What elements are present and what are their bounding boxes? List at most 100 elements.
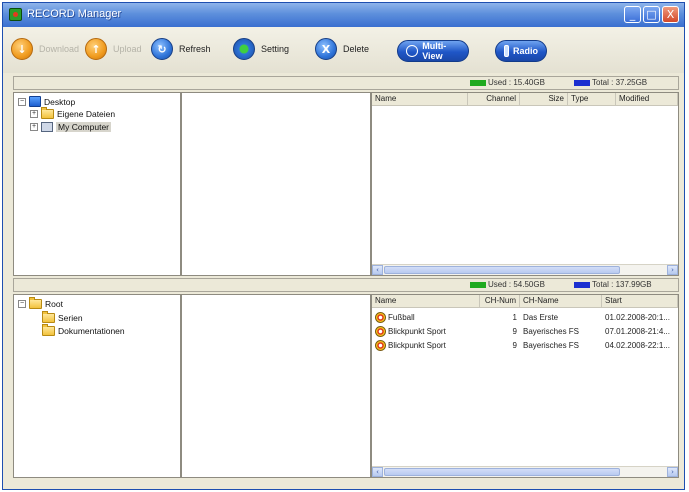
device-folder-tree: − Root Serien Dokumentationen — [13, 294, 181, 478]
column-name[interactable]: Name — [372, 295, 480, 307]
tree-label-root: Root — [45, 299, 63, 309]
radio-icon — [504, 45, 509, 57]
recording-name-cell: Fußball — [372, 311, 480, 324]
expand-icon[interactable]: + — [30, 123, 38, 131]
refresh-label: Refresh — [179, 44, 211, 54]
collapse-icon[interactable]: − — [18, 300, 26, 308]
radio-button[interactable]: Radio — [495, 40, 547, 62]
local-file-list: Name Channel Size Type Modified ‹ › — [371, 92, 679, 276]
local-list-header: Name Channel Size Type Modified — [372, 93, 678, 106]
recording-start: 07.01.2008-21:4... — [605, 327, 670, 336]
title-bar[interactable]: RECORD Manager _ □ X — [3, 3, 684, 27]
local-list-scrollbar[interactable]: ‹ › — [372, 264, 678, 275]
tree-item-my-computer[interactable]: + My Computer — [30, 122, 112, 132]
recording-row[interactable]: Fußball 1 Das Erste 01.02.2008-20:1... — [372, 311, 678, 324]
tree-label-my-computer: My Computer — [56, 122, 112, 132]
folder-icon — [42, 311, 55, 323]
recording-name-cell: Blickpunkt Sport — [372, 339, 480, 352]
tree-label-serien: Serien — [58, 313, 83, 323]
top-total-text: Total : 37.25GB — [592, 78, 648, 87]
upload-icon: ↑ — [85, 38, 107, 60]
recording-ch-num: 9 — [512, 341, 517, 350]
computer-icon — [41, 122, 53, 132]
tree-item-root[interactable]: − Root — [18, 297, 63, 309]
record-manager-window: RECORD Manager _ □ X ↓ Download ↑ Upload… — [2, 2, 685, 490]
multiview-icon — [406, 45, 419, 57]
column-size[interactable]: Size — [520, 93, 568, 105]
recording-list-scrollbar[interactable]: ‹ › — [372, 466, 678, 477]
recording-ch-name: Bayerisches FS — [523, 341, 580, 350]
app-icon — [9, 8, 22, 21]
total-swatch — [574, 282, 590, 288]
desktop-icon — [29, 96, 41, 107]
close-button[interactable]: X — [662, 6, 679, 23]
toolbar: ↓ Download ↑ Upload ↻ Refresh Setting X … — [3, 27, 684, 73]
recording-start: 04.02.2008-22:1... — [605, 341, 670, 350]
recording-row[interactable]: Blickpunkt Sport 9 Bayerisches FS 04.02.… — [372, 339, 678, 352]
delete-icon: X — [315, 38, 337, 60]
total-swatch — [574, 80, 590, 86]
tree-item-serien[interactable]: Serien — [42, 311, 83, 323]
recording-list: Name CH-Num CH-Name Start Fußball 1 Das … — [371, 294, 679, 478]
download-label: Download — [39, 44, 80, 54]
upload-label: Upload — [113, 44, 142, 54]
tree-item-dokumentationen[interactable]: Dokumentationen — [42, 324, 125, 336]
column-ch-num[interactable]: CH-Num — [480, 295, 520, 307]
recording-ch-name: Bayerisches FS — [523, 327, 580, 336]
recording-list-header: Name CH-Num CH-Name Start — [372, 295, 678, 308]
used-swatch — [470, 282, 486, 288]
download-button[interactable]: ↓ Download — [11, 37, 79, 61]
recording-ch-name: Das Erste — [523, 313, 559, 322]
tree-label-dokumentationen: Dokumentationen — [58, 326, 125, 336]
delete-label: Delete — [343, 44, 370, 54]
top-used-text: Used : 15.40GB — [488, 78, 545, 87]
tree-item-eigene-dateien[interactable]: + Eigene Dateien — [30, 107, 116, 119]
column-modified[interactable]: Modified — [616, 93, 678, 105]
recording-ch-num: 9 — [512, 327, 517, 336]
setting-label: Setting — [261, 44, 290, 54]
tree-label-desktop: Desktop — [44, 96, 76, 107]
download-icon: ↓ — [11, 38, 33, 60]
recording-icon — [375, 326, 386, 337]
recording-name: Blickpunkt Sport — [388, 341, 446, 350]
column-name[interactable]: Name — [372, 93, 468, 105]
scroll-left-icon[interactable]: ‹ — [372, 265, 383, 275]
setting-icon — [233, 38, 255, 60]
column-start[interactable]: Start — [602, 295, 678, 307]
folder-icon — [29, 297, 42, 309]
folder-icon — [42, 324, 55, 336]
bottom-total-text: Total : 137.99GB — [592, 280, 652, 289]
tree-label-eigene-dateien: Eigene Dateien — [57, 109, 116, 119]
maximize-button[interactable]: □ — [643, 6, 660, 23]
refresh-button[interactable]: ↻ Refresh — [151, 37, 211, 61]
column-channel[interactable]: Channel — [468, 93, 520, 105]
tree-item-desktop[interactable]: − Desktop — [18, 96, 75, 107]
recording-ch-num: 1 — [512, 313, 517, 322]
multiview-button[interactable]: Multi-View — [397, 40, 469, 62]
column-type[interactable]: Type — [568, 93, 616, 105]
delete-button[interactable]: X Delete — [315, 37, 369, 61]
refresh-icon: ↻ — [151, 38, 173, 60]
recording-icon — [375, 312, 386, 323]
setting-button[interactable]: Setting — [233, 37, 289, 61]
upload-button[interactable]: ↑ Upload — [85, 37, 142, 61]
minimize-button[interactable]: _ — [624, 6, 641, 23]
scroll-thumb[interactable] — [384, 468, 620, 476]
local-folder-tree: − Desktop + Eigene Dateien + My Computer — [13, 92, 181, 276]
collapse-icon[interactable]: − — [18, 97, 26, 106]
scroll-left-icon[interactable]: ‹ — [372, 467, 383, 477]
recording-name: Blickpunkt Sport — [388, 327, 446, 336]
scroll-right-icon[interactable]: › — [667, 265, 678, 275]
expand-icon[interactable]: + — [30, 110, 38, 118]
device-middle-pane — [181, 294, 371, 478]
top-storage-status: Used : 15.40GB Total : 37.25GB — [13, 76, 679, 90]
column-ch-name[interactable]: CH-Name — [520, 295, 602, 307]
used-swatch — [470, 80, 486, 86]
recording-row[interactable]: Blickpunkt Sport 9 Bayerisches FS 07.01.… — [372, 325, 678, 338]
scroll-thumb[interactable] — [384, 266, 620, 274]
local-middle-pane — [181, 92, 371, 276]
scroll-right-icon[interactable]: › — [667, 467, 678, 477]
multiview-label: Multi-View — [422, 41, 447, 61]
bottom-used-text: Used : 54.50GB — [488, 280, 545, 289]
recording-start: 01.02.2008-20:1... — [605, 313, 670, 322]
